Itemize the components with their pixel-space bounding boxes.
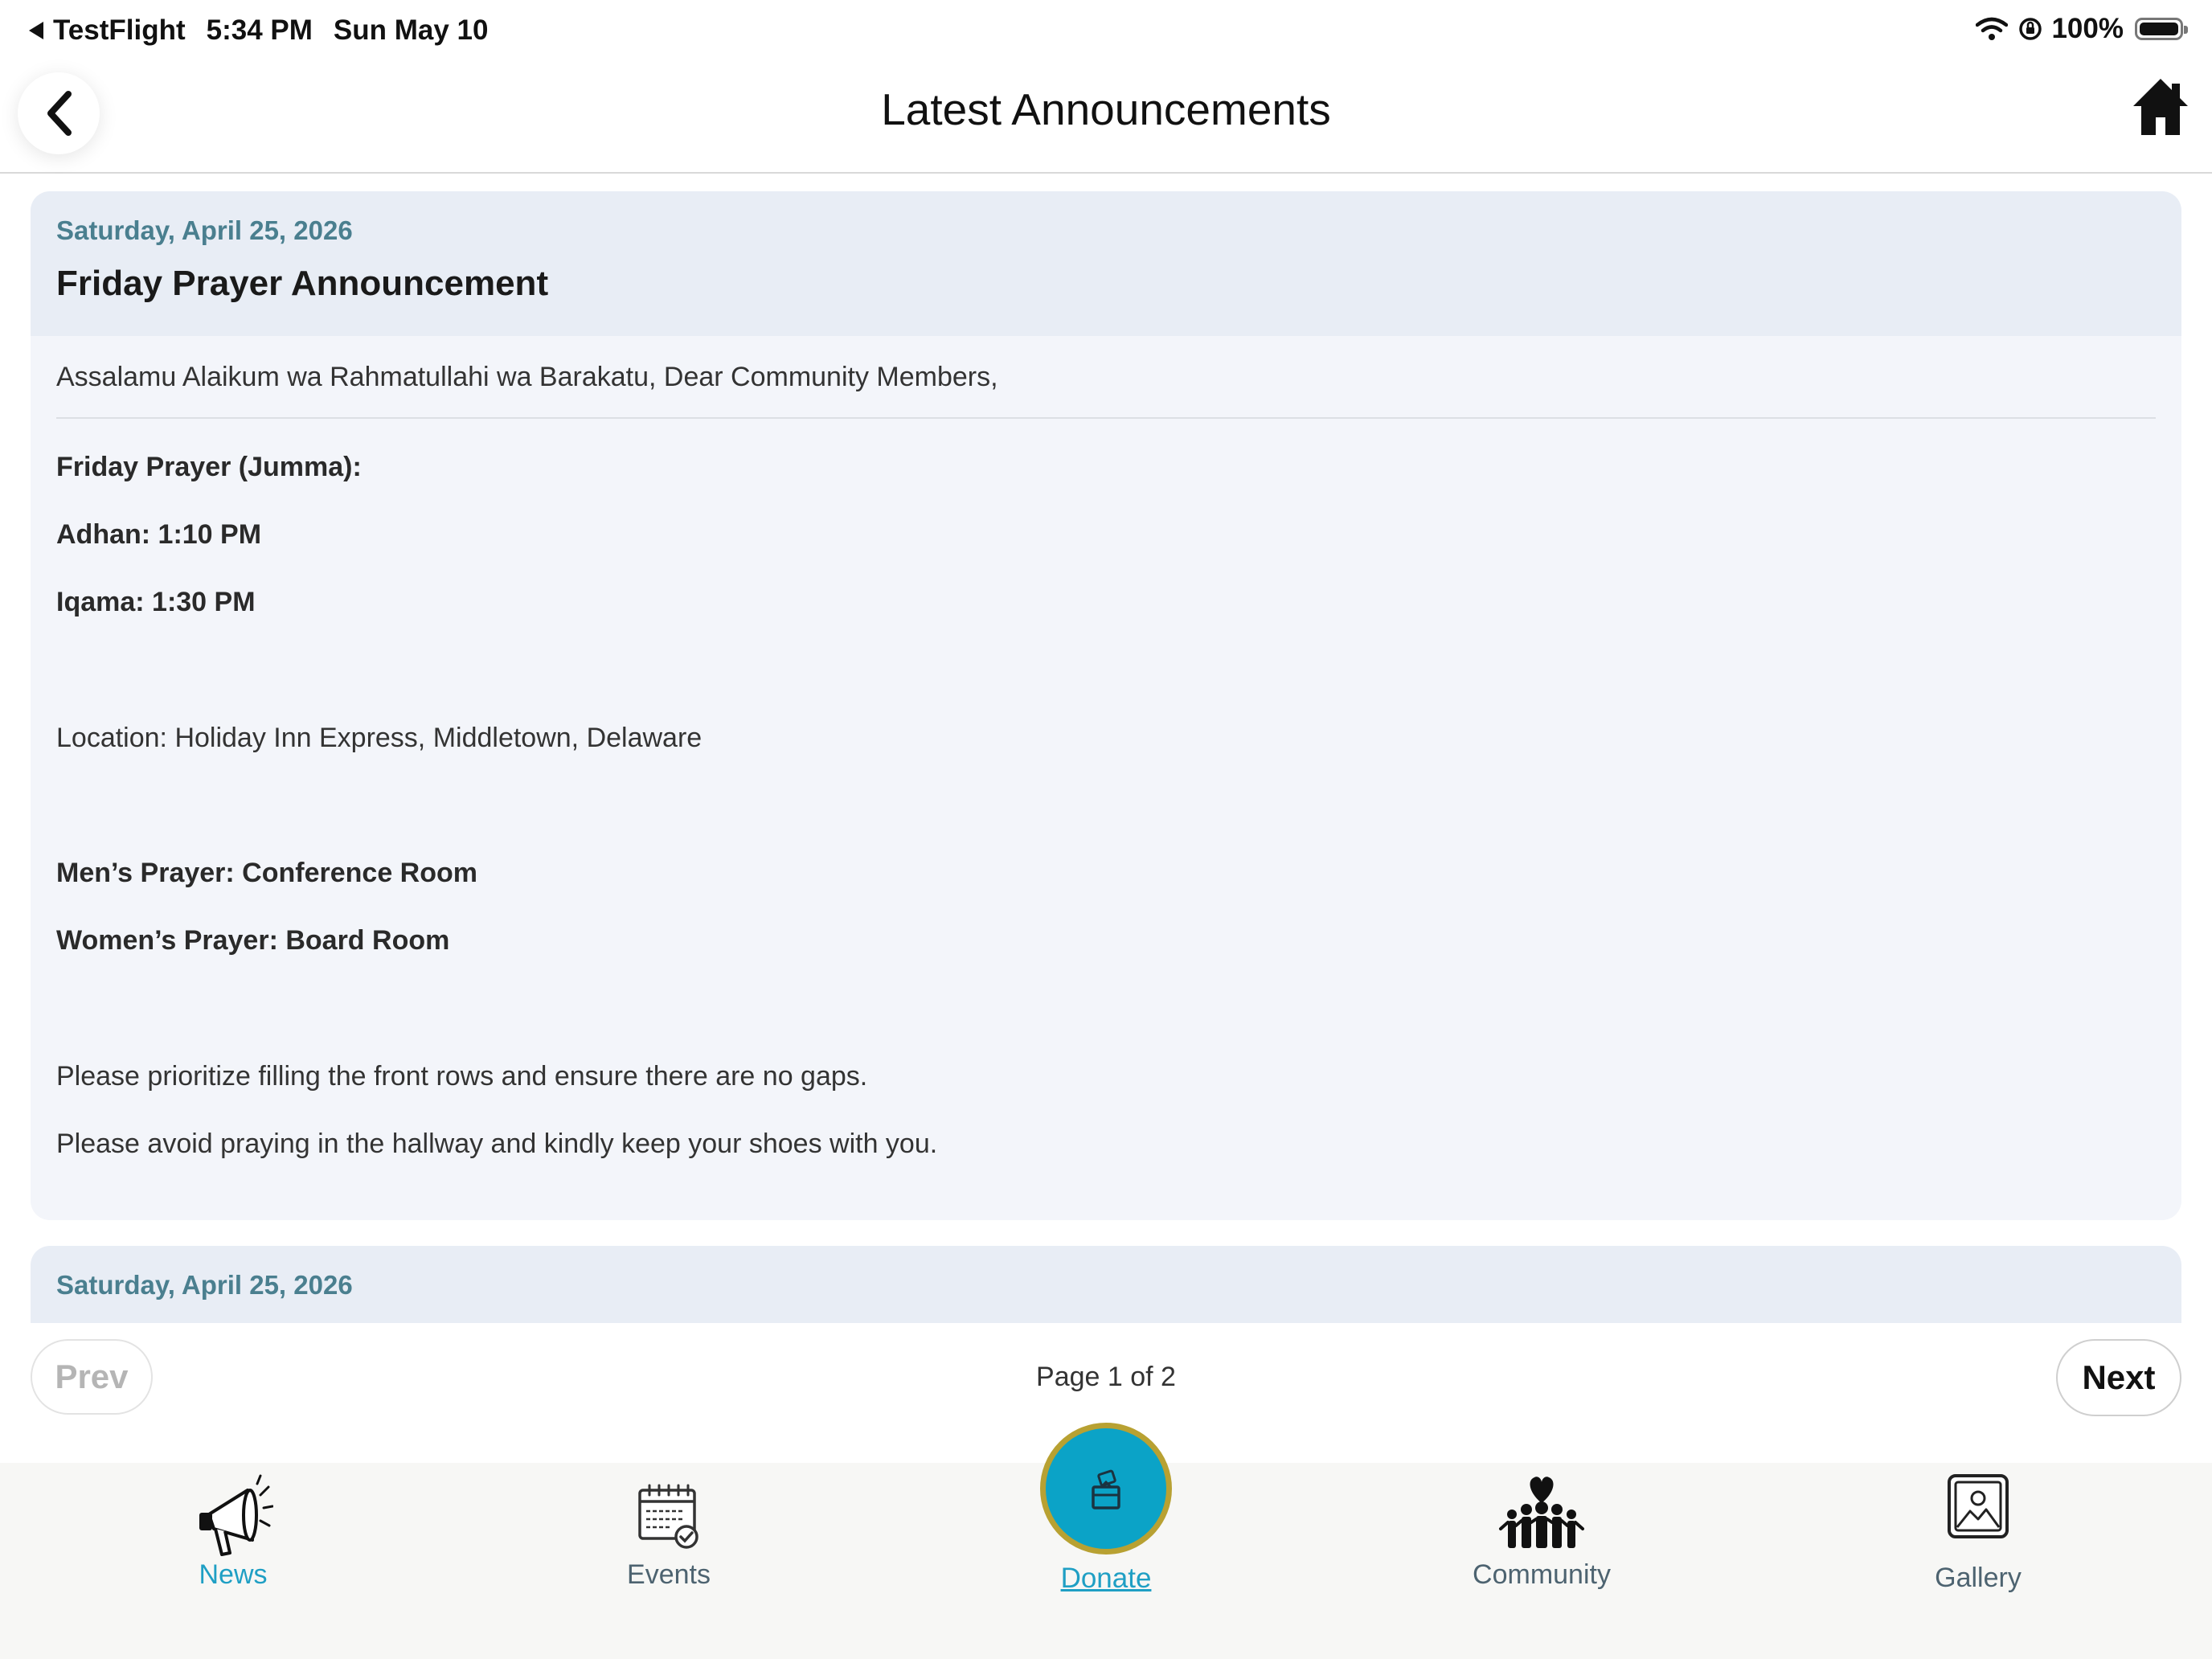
announcement-body: Assalamu Alaikum wa Rahmatullahi wa Bara…: [31, 362, 2181, 419]
announcement-line: Please prioritize filling the front rows…: [56, 1061, 868, 1092]
next-button[interactable]: Next: [2056, 1339, 2181, 1416]
announcement-greeting: Assalamu Alaikum wa Rahmatullahi wa Bara…: [56, 362, 2156, 419]
tab-events-label: Events: [627, 1559, 711, 1590]
tab-community-label: Community: [1473, 1559, 1611, 1590]
page-indicator: Page 1 of 2: [1036, 1362, 1176, 1392]
donate-button[interactable]: [1040, 1423, 1172, 1555]
battery-icon: [2135, 18, 2188, 40]
home-icon[interactable]: [2132, 76, 2189, 140]
announcement-date: Saturday, April 25, 2026: [56, 1270, 353, 1300]
orientation-lock-icon: [2019, 18, 2042, 40]
announcement-line: Please avoid praying in the hallway and …: [56, 1129, 938, 1159]
announcement-line: Iqama: 1:30 PM: [56, 587, 256, 617]
announcement-line: Adhan: 1:10 PM: [56, 519, 262, 550]
announcement-header: Saturday, April 25, 2026 Friday Prayer A…: [31, 191, 2181, 336]
community-icon: [1499, 1477, 1584, 1548]
wifi-icon: [1976, 17, 2009, 40]
announcement-line: Men’s Prayer: Conference Room: [56, 858, 477, 888]
page-title: Latest Announcements: [881, 84, 1331, 134]
megaphone-icon: [199, 1474, 273, 1556]
announcement-header: Saturday, April 25, 2026: [31, 1246, 2181, 1323]
announcement-title: Friday Prayer Announcement: [56, 264, 549, 303]
back-app-label[interactable]: TestFlight: [53, 14, 186, 47]
status-right: 100%: [1976, 13, 2188, 45]
status-left[interactable]: TestFlight 5:34 PM Sun May 10: [29, 14, 488, 47]
status-time: 5:34 PM: [206, 14, 313, 46]
announcement-card: Saturday, April 25, 2026 Friday Prayer A…: [31, 191, 2181, 1220]
gallery-icon: [1948, 1474, 2009, 1538]
announcement-card: Saturday, April 25, 2026: [31, 1246, 2181, 1323]
status-date: Sun May 10: [333, 14, 489, 46]
status-bar: TestFlight 5:34 PM Sun May 10 100%: [0, 0, 2212, 64]
announcement-date: Saturday, April 25, 2026: [56, 215, 353, 245]
back-to-app-icon: [29, 22, 43, 39]
nav-header: Latest Announcements: [0, 64, 2212, 174]
calendar-check-icon: [638, 1484, 698, 1549]
announcement-line: Location: Holiday Inn Express, Middletow…: [56, 723, 703, 753]
tab-news-label: News: [199, 1559, 268, 1590]
battery-percent: 100%: [2051, 13, 2124, 44]
tab-gallery-label: Gallery: [1935, 1563, 2022, 1593]
announcement-line: Friday Prayer (Jumma):: [56, 452, 362, 482]
announcement-line: Women’s Prayer: Board Room: [56, 925, 450, 956]
tab-donate-label[interactable]: Donate: [984, 1563, 1228, 1595]
donation-box-icon: [1092, 1469, 1120, 1509]
